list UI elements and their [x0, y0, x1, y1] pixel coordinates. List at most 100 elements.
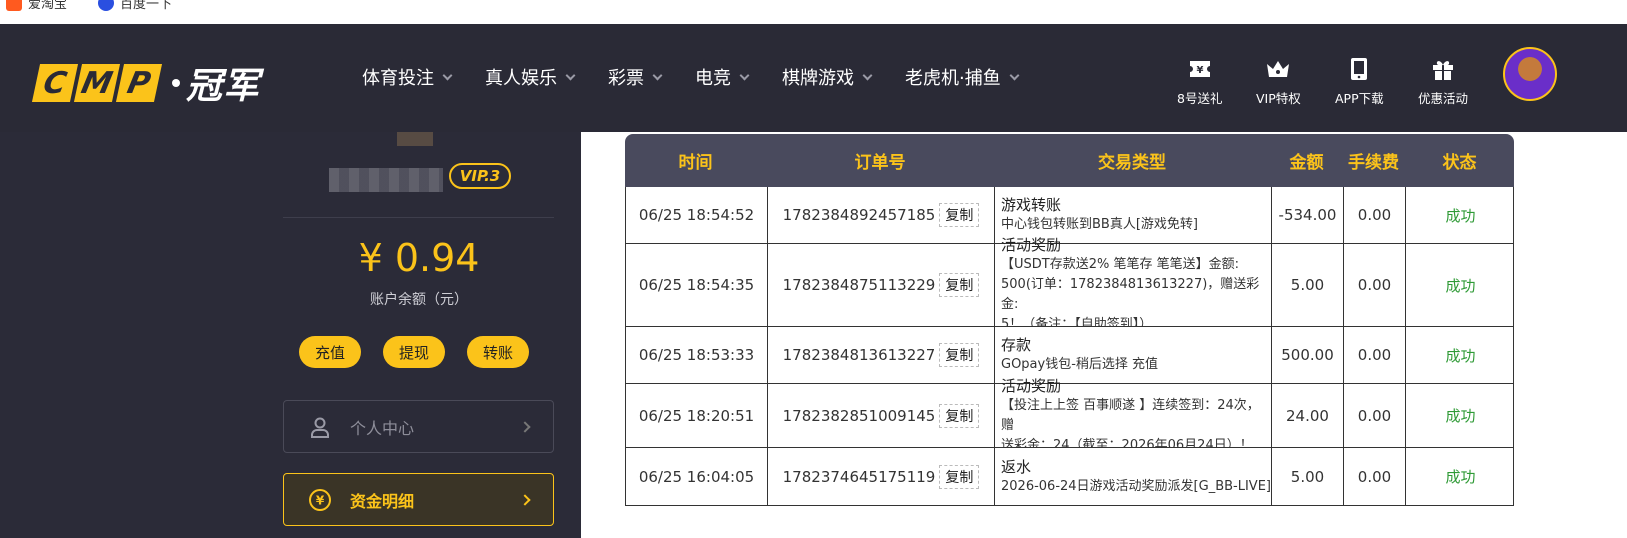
account-sidebar: VIP.3 ¥ 0.94 账户余额（元） 充值 提现 转账 个人中心 ¥ 资金明… — [257, 132, 581, 538]
tool-label: VIP特权 — [1256, 91, 1301, 106]
menu-fund-details[interactable]: ¥ 资金明细 — [283, 473, 554, 526]
withdraw-button[interactable]: 提现 — [383, 336, 445, 368]
cell-amount: 5.00 — [1272, 244, 1343, 326]
cell-order: 1782384813613227 复制 — [768, 327, 994, 383]
bookmark-label: 爱淘宝 — [28, 0, 68, 12]
cell-time: 06/25 18:20:51 — [626, 384, 767, 447]
time-text: 06/25 18:54:35 — [638, 276, 755, 294]
status-text: 成功 — [1445, 346, 1476, 365]
menu-personal-center[interactable]: 个人中心 — [283, 400, 554, 453]
logo-letter: M — [73, 64, 121, 102]
chevron-down-icon — [1009, 70, 1020, 80]
transaction-description: 500(订单：1782384813613227)，赠送彩金: — [1001, 277, 1260, 312]
cell-fee: 0.00 — [1344, 384, 1405, 447]
gift-icon — [1430, 56, 1456, 82]
copy-button[interactable]: 复制 — [939, 273, 980, 297]
user-avatar[interactable] — [1503, 47, 1557, 101]
bookmark-label: 百度一下 — [120, 0, 173, 12]
time-text: 06/25 18:20:51 — [638, 406, 755, 425]
tool-gift-8[interactable]: ¥ 8号送礼 — [1177, 56, 1222, 107]
cell-order: 1782374645175119 复制 — [768, 448, 994, 505]
cell-amount: 24.00 — [1272, 384, 1343, 447]
tool-app-download[interactable]: APP下载 — [1335, 56, 1384, 107]
table-row: 06/25 16:04:05 1782374645175119 复制 返水 20… — [625, 448, 1514, 506]
cell-status: 成功 — [1406, 384, 1515, 447]
amount-text: 5.00 — [1290, 276, 1325, 294]
nav-esports[interactable]: 电竞 — [695, 64, 750, 90]
crown-icon — [1265, 56, 1291, 82]
aitaobao-icon — [6, 0, 22, 11]
nav-label: 真人娱乐 — [485, 68, 557, 89]
cell-status: 成功 — [1406, 187, 1515, 243]
copy-button[interactable]: 复制 — [939, 403, 980, 428]
table-row: 06/25 18:20:51 1782382851009145 复制 活动奖励 … — [625, 377, 1515, 453]
cell-status: 成功 — [1406, 327, 1515, 383]
cell-status: 成功 — [1406, 244, 1515, 326]
fee-text: 0.00 — [1357, 346, 1392, 364]
table-row: 06/25 18:54:35 1782384875113229 复制 活动奖励 … — [625, 236, 1515, 332]
site-logo[interactable]: C M P 冠军 — [31, 57, 260, 109]
cell-type: 返水 2026-06-24日游戏活动奖励派发[G_BB-LIVE] — [995, 448, 1271, 505]
divider — [283, 217, 554, 218]
cell-time: 06/25 18:54:35 — [626, 244, 767, 326]
nav-label: 电竞 — [695, 68, 731, 89]
transaction-type: 返水 — [1001, 457, 1032, 476]
svg-text:¥: ¥ — [1196, 65, 1203, 76]
tool-label: 优惠活动 — [1418, 91, 1469, 106]
table-row: 06/25 18:54:52 1782384892457185 复制 游戏转账 … — [625, 187, 1514, 244]
transaction-description: 中心钱包转账到BB真人[游戏免转] — [1001, 217, 1198, 232]
fee-text: 0.00 — [1357, 206, 1392, 224]
menu-label: 个人中心 — [350, 418, 415, 438]
transaction-description: 【投注上上签 百事顺遂 】连续签到：24次，赠 — [1001, 397, 1260, 433]
username-redacted — [329, 168, 443, 192]
balance-actions: 充值 提现 转账 — [299, 336, 529, 368]
svg-text:¥: ¥ — [316, 493, 325, 507]
copy-button[interactable]: 复制 — [939, 343, 980, 367]
column-header-fee: 手续费 — [1348, 153, 1399, 173]
nav-sports[interactable]: 体育投注 — [362, 64, 453, 90]
transfer-button[interactable]: 转账 — [467, 336, 529, 368]
bookmark-aitaobao[interactable]: 爱淘宝 — [6, 0, 67, 12]
copy-button[interactable]: 复制 — [939, 464, 980, 489]
tool-label: 8号送礼 — [1177, 91, 1223, 106]
cell-fee: 0.00 — [1344, 244, 1405, 326]
tool-vip[interactable]: VIP特权 — [1256, 56, 1301, 107]
chevron-down-icon — [739, 70, 750, 80]
chevron-down-icon — [442, 70, 453, 80]
nav-slots-fishing[interactable]: 老虎机·捕鱼 — [905, 64, 1020, 90]
column-header-type: 交易类型 — [1098, 153, 1166, 173]
cell-amount: 5.00 — [1272, 448, 1343, 505]
cell-order: 1782382851009145 复制 — [768, 384, 994, 447]
copy-button[interactable]: 复制 — [939, 203, 980, 227]
order-number: 1782384875113229 — [782, 276, 936, 294]
amount-text: 24.00 — [1286, 406, 1329, 425]
cell-order: 1782384892457185 复制 — [768, 187, 994, 243]
nav-live-casino[interactable]: 真人娱乐 — [485, 64, 576, 90]
chevron-right-icon — [519, 493, 531, 506]
fund-details-panel: 时间 订单号 交易类型 金额 手续费 状态 06/25 18:54:52 178… — [581, 132, 1627, 538]
column-header-time: 时间 — [678, 153, 713, 173]
transaction-type: 活动奖励 — [1001, 236, 1062, 254]
chevron-down-icon — [652, 70, 663, 80]
chevron-down-icon — [565, 70, 576, 80]
deposit-button[interactable]: 充值 — [299, 336, 361, 368]
time-text: 06/25 18:54:52 — [638, 206, 755, 224]
nav-lottery[interactable]: 彩票 — [608, 64, 663, 90]
status-text: 成功 — [1445, 468, 1476, 486]
balance-label: 账户余额（元） — [370, 292, 468, 308]
cell-order: 1782384875113229 复制 — [768, 244, 994, 326]
baidu-icon — [98, 0, 114, 11]
amount-text: -534.00 — [1278, 206, 1337, 224]
menu-label: 资金明细 — [350, 491, 415, 511]
logo-letter: C — [31, 64, 79, 102]
bookmark-baidu[interactable]: 百度一下 — [98, 0, 172, 12]
column-header-order: 订单号 — [854, 153, 906, 173]
nav-card-games[interactable]: 棋牌游戏 — [782, 64, 873, 90]
tool-promotions[interactable]: 优惠活动 — [1418, 56, 1468, 107]
fee-text: 0.00 — [1357, 406, 1392, 425]
time-text: 06/25 18:53:33 — [638, 346, 755, 364]
status-text: 成功 — [1445, 407, 1476, 425]
phone-icon — [1346, 56, 1372, 82]
table-row: 06/25 18:53:33 1782384813613227 复制 存款 GO… — [625, 327, 1514, 384]
cell-fee: 0.00 — [1344, 448, 1405, 505]
